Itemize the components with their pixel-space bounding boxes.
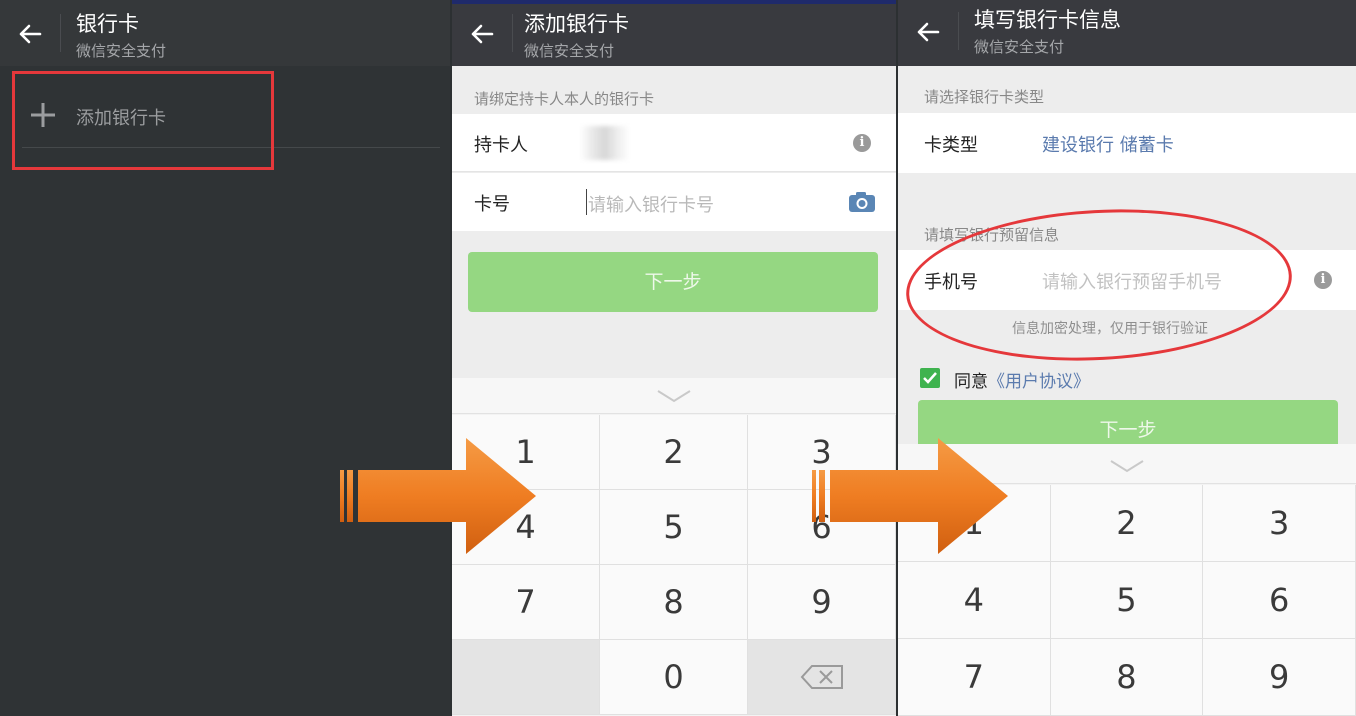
arrow-right-icon [340, 438, 536, 554]
top-bar: 银行卡 微信安全支付 [0, 0, 450, 66]
next-button[interactable]: 下一步 [468, 252, 878, 312]
page-subtitle: 微信安全支付 [76, 42, 167, 60]
cardholder-row: 持卡人 i [452, 114, 896, 172]
card-number-label: 卡号 [474, 194, 510, 215]
empty-key [452, 640, 600, 715]
key-5[interactable]: 5 [600, 490, 748, 565]
info-icon[interactable]: i [853, 134, 871, 152]
back-arrow-icon[interactable] [466, 18, 498, 50]
section-label-card-type: 请选择银行卡类型 [924, 88, 1045, 106]
keyboard-handle[interactable] [452, 378, 896, 414]
key-0[interactable]: 0 [600, 640, 748, 715]
key-3[interactable]: 3 [1203, 485, 1356, 562]
key-6[interactable]: 6 [1203, 562, 1356, 639]
key-9[interactable]: 9 [1203, 639, 1356, 716]
card-number-row: 卡号 请输入银行卡号 [452, 173, 896, 231]
divider [958, 12, 959, 50]
info-icon[interactable]: i [1314, 271, 1332, 289]
key-2[interactable]: 2 [1050, 485, 1204, 562]
key-5[interactable]: 5 [1050, 562, 1204, 639]
divider [512, 14, 513, 52]
top-bar: 填写银行卡信息 微信安全支付 [898, 0, 1356, 66]
page-subtitle: 微信安全支付 [524, 42, 615, 60]
text-cursor [586, 189, 587, 215]
page-title: 添加银行卡 [524, 12, 629, 36]
key-9[interactable]: 9 [748, 565, 896, 640]
key-4[interactable]: 4 [898, 562, 1051, 639]
add-bank-card-screen: 添加银行卡 微信安全支付 请绑定持卡人本人的银行卡 持卡人 i 卡号 请输入银行… [452, 0, 896, 716]
divider [60, 14, 61, 52]
card-type-row[interactable]: 卡类型 建设银行 储蓄卡 [898, 113, 1356, 173]
key-7[interactable]: 7 [898, 639, 1051, 716]
key-8[interactable]: 8 [600, 565, 748, 640]
user-agreement-link[interactable]: 《用户协议》 [988, 372, 1090, 392]
agree-text: 同意《用户协议》 [954, 367, 1090, 392]
backspace-icon [800, 665, 843, 689]
key-2[interactable]: 2 [600, 415, 748, 490]
chevron-down-icon [657, 390, 691, 403]
chevron-down-icon [1110, 460, 1144, 473]
agree-label: 同意 [954, 372, 988, 392]
page-title: 填写银行卡信息 [974, 8, 1121, 32]
agree-checkbox[interactable] [920, 368, 940, 388]
top-bar: 添加银行卡 微信安全支付 [452, 0, 896, 66]
page-title: 银行卡 [76, 12, 139, 36]
cardholder-label: 持卡人 [474, 135, 528, 156]
page-subtitle: 微信安全支付 [974, 38, 1065, 56]
key-7[interactable]: 7 [452, 565, 600, 640]
camera-icon[interactable] [848, 191, 876, 213]
card-number-input[interactable]: 请输入银行卡号 [588, 191, 714, 217]
backspace-key[interactable] [748, 640, 896, 715]
blurred-name [580, 126, 630, 160]
section-label: 请绑定持卡人本人的银行卡 [474, 90, 655, 108]
check-icon [923, 372, 937, 384]
arrow-right-icon [812, 438, 1008, 554]
back-arrow-icon[interactable] [912, 16, 944, 48]
back-arrow-icon[interactable] [14, 18, 46, 50]
card-type-value: 建设银行 储蓄卡 [1042, 135, 1174, 156]
highlight-box [12, 71, 274, 170]
key-8[interactable]: 8 [1050, 639, 1204, 716]
card-type-label: 卡类型 [924, 135, 978, 156]
